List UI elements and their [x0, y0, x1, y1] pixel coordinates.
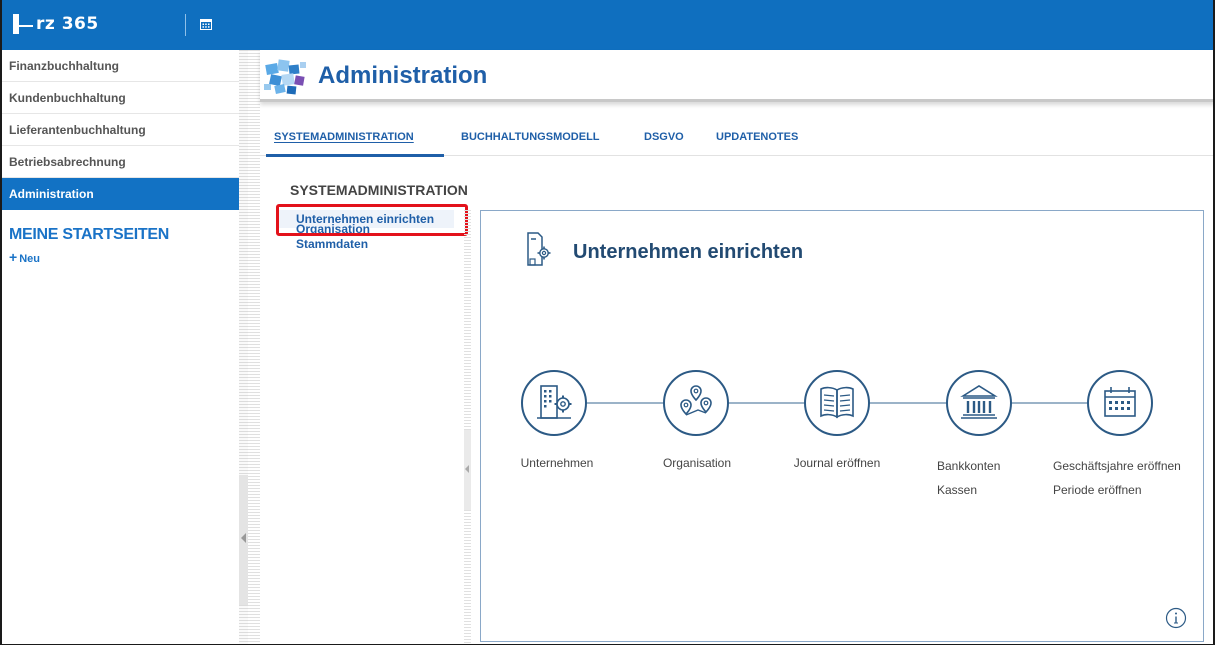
section-title: SYSTEMADMINISTRATION — [290, 182, 468, 198]
sidebar-collapse-handle[interactable] — [239, 475, 248, 605]
step-label-bankkonten: Bankkonten Kassen — [937, 454, 1013, 502]
sidebar-item-betriebsabrechnung[interactable]: Betriebsabrechnung — [2, 146, 239, 178]
step-label-line: Kassen — [937, 483, 978, 497]
step-label-line: Journal eröffnen — [793, 456, 881, 470]
sidebar-item-administration[interactable]: Administration — [2, 178, 239, 210]
step-bankkonten[interactable] — [946, 370, 1012, 436]
step-label-journal: Journal eröffnen — [777, 451, 897, 475]
subnav-splitter[interactable] — [464, 210, 471, 644]
step-label-line: Periode eröffnen — [1053, 483, 1142, 497]
content-panel: Unternehmen einrichten Unternehmen Organ… — [480, 210, 1204, 642]
step-label-unternehmen: Unternehmen — [517, 451, 597, 475]
add-startpage-link[interactable]: + Neu — [2, 249, 239, 265]
step-label-line: Unternehmen — [520, 456, 594, 470]
sidebar-item-finanzbuchhaltung[interactable]: Finanzbuchhaltung — [2, 50, 239, 82]
calendar-icon — [1104, 387, 1136, 417]
sidebar-item-kundenbuchhaltung[interactable]: Kundenbuchhaltung — [2, 82, 239, 114]
tab-buchhaltungsmodell[interactable]: BUCHHALTUNGSMODELL — [461, 131, 600, 143]
step-label-line: Geschäftsjahre eröffnen — [1053, 459, 1181, 473]
highlight-box — [276, 204, 468, 236]
puzzle-pieces-icon — [262, 56, 314, 96]
page-header: Administration — [260, 50, 1213, 102]
step-organisation[interactable] — [663, 370, 729, 436]
tab-bar: SYSTEMADMINISTRATION BUCHHALTUNGSMODELL … — [260, 120, 1213, 157]
add-startpage-label: Neu — [19, 253, 40, 265]
step-unternehmen[interactable] — [521, 370, 587, 436]
sidebar: Finanzbuchhaltung Kundenbuchhaltung Lief… — [2, 50, 239, 644]
tab-updatenotes[interactable]: UPDATENOTES — [716, 131, 798, 143]
plus-icon: + — [9, 249, 18, 265]
step-label-line: Organisation — [662, 456, 732, 470]
active-tab-indicator — [266, 154, 444, 157]
logo-text: rz 365 — [36, 14, 99, 34]
subnav-collapse-handle[interactable] — [464, 430, 471, 510]
sidebar-splitter[interactable] — [239, 50, 248, 644]
info-icon[interactable] — [1165, 607, 1187, 629]
bank-icon — [960, 385, 998, 419]
calendar-icon[interactable] — [200, 17, 212, 30]
step-label-line: Bankkonten — [937, 459, 1001, 473]
panel-title: Unternehmen einrichten — [573, 241, 804, 263]
building-gear-icon — [537, 385, 572, 419]
open-book-icon — [820, 386, 854, 419]
content-splitter — [248, 50, 260, 644]
chevron-left-icon — [241, 533, 246, 543]
document-gear-icon — [525, 231, 551, 269]
topbar-divider — [185, 14, 186, 36]
step-geschaeftsjahre[interactable] — [1087, 370, 1153, 436]
tab-systemadministration[interactable]: SYSTEMADMINISTRATION — [274, 131, 414, 143]
logo-mark-icon — [12, 13, 34, 35]
map-pins-icon — [680, 385, 712, 416]
top-bar: rz 365 — [2, 0, 1213, 50]
sidebar-item-lieferantenbuchhaltung[interactable]: Lieferantenbuchhaltung — [2, 114, 239, 146]
tab-dsgvo[interactable]: DSGVO — [644, 131, 684, 143]
subnav-item-stammdaten[interactable]: Stammdaten — [280, 236, 465, 252]
app-window: rz 365 Finanzbuchhaltung Kundenbuchhaltu… — [0, 0, 1215, 645]
startpages-title: MEINE STARTSEITEN — [9, 226, 169, 243]
step-label-organisation: Organisation — [651, 451, 743, 475]
step-journal[interactable] — [804, 370, 870, 436]
app-logo[interactable]: rz 365 — [12, 12, 99, 36]
chevron-left-icon — [465, 465, 469, 473]
page-title: Administration — [318, 62, 488, 89]
step-label-geschaeftsjahre: Geschäftsjahre eröffnen Periode eröffnen — [1053, 454, 1199, 502]
